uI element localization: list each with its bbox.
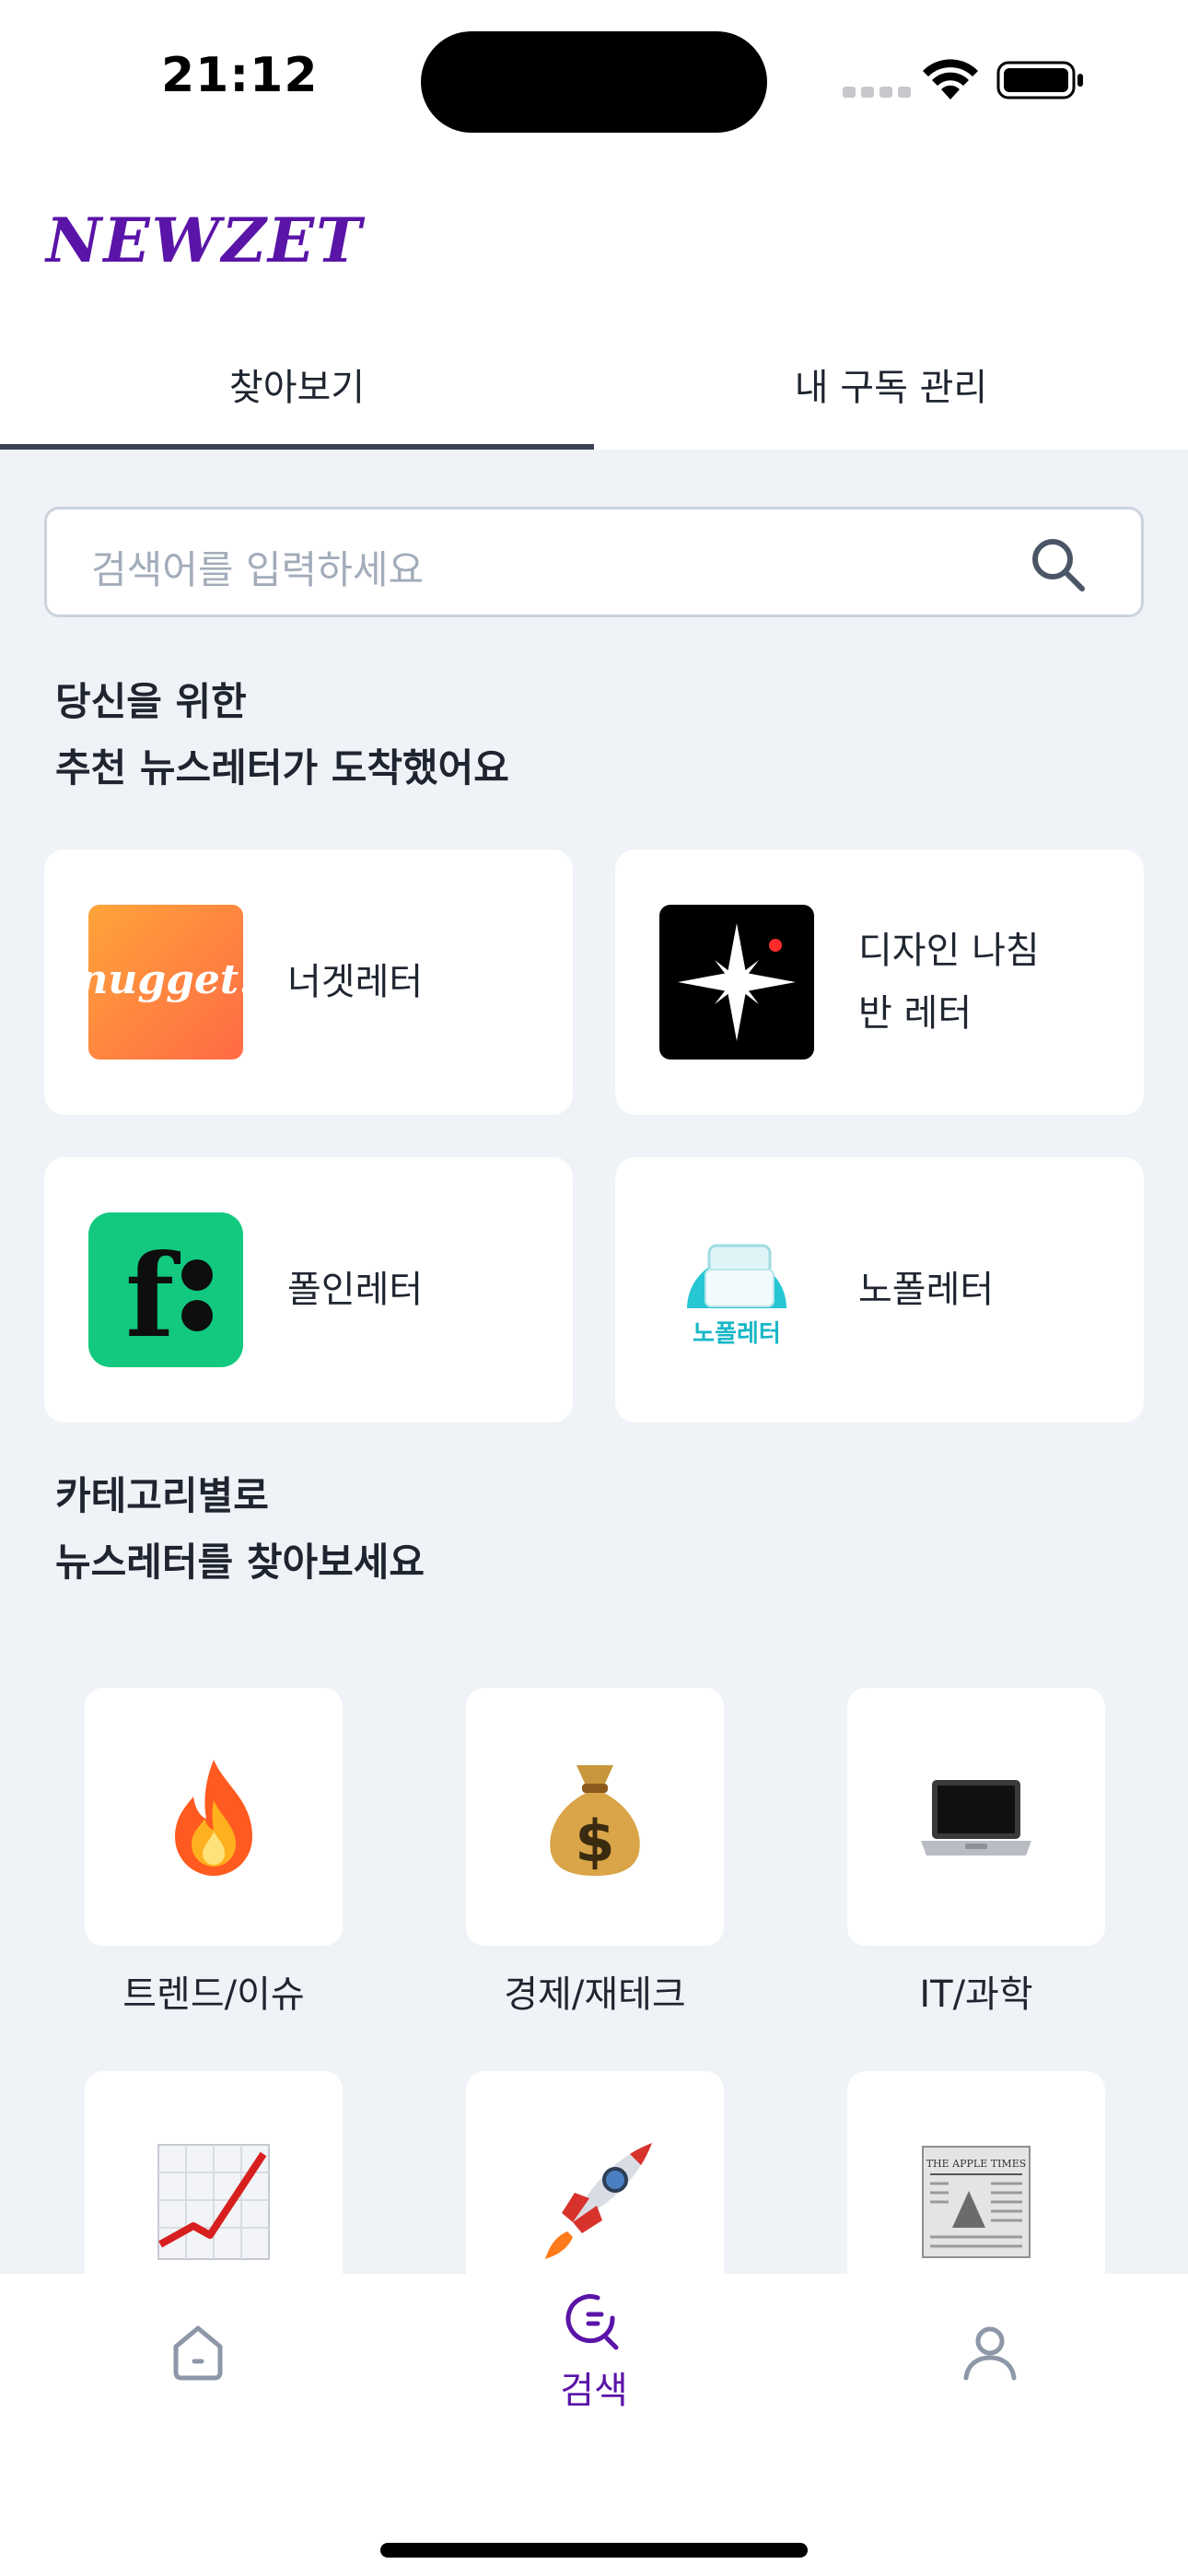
- search-icon[interactable]: [1029, 535, 1088, 594]
- category-economy[interactable]: $ 경제/재테크: [466, 1688, 724, 2018]
- home-icon: [173, 2325, 223, 2381]
- category-trend[interactable]: 트렌드/이슈: [85, 1688, 343, 2018]
- recommend-title-line1: 당신을 위한: [55, 679, 247, 724]
- recommend-card-nugget[interactable]: nugget. 너겟레터: [44, 849, 573, 1115]
- category-title-line2: 뉴스레터를 찾아보세요: [55, 1540, 425, 1585]
- svg-text:f: f: [125, 1230, 181, 1364]
- nav-search-label: 검색: [560, 2370, 628, 2412]
- app-logo: NEWZET: [46, 205, 364, 276]
- category-title-line1: 카테고리별로: [55, 1473, 269, 1518]
- svg-text:nugget.: nugget.: [88, 956, 243, 1003]
- recommend-card-name-line2: 반 레터: [858, 992, 973, 1035]
- status-time: 21:12: [161, 48, 319, 103]
- category-news[interactable]: THE APPLE TIMES: [847, 2071, 1105, 2274]
- status-bar: 21:12: [0, 0, 1188, 175]
- category-label: 트렌드/이슈: [122, 1973, 305, 2016]
- main-content: 검색어를 입력하세요 당신을 위한 추천 뉴스레터가 도착했어요 nugget.…: [0, 450, 1188, 2274]
- category-tile[interactable]: [85, 1688, 343, 1946]
- category-it-science[interactable]: IT/과학: [847, 1688, 1105, 2018]
- compass-star-logo: [659, 905, 814, 1060]
- search-nav-icon: [565, 2294, 619, 2350]
- nav-profile[interactable]: [792, 2274, 1188, 2430]
- category-tile[interactable]: [466, 2071, 724, 2274]
- category-stocks[interactable]: [85, 2071, 343, 2274]
- bottom-navigation: 검색: [0, 2274, 1188, 2576]
- recommend-card-nopol[interactable]: 노폴레터 노폴레터: [615, 1157, 1144, 1423]
- recommend-card-name: 노폴레터: [858, 1269, 995, 1311]
- recommend-card-name-line1: 디자인 나침: [858, 930, 1040, 972]
- recommend-card-name: 너겟레터: [287, 961, 424, 1003]
- search-input[interactable]: 검색어를 입력하세요: [44, 507, 1144, 617]
- nugget-logo: nugget.: [88, 905, 243, 1060]
- profile-icon: [963, 2326, 1017, 2381]
- tab-my-subscriptions[interactable]: 내 구독 관리: [594, 332, 1188, 450]
- wifi-icon: [923, 59, 978, 100]
- recommend-card-design-compass[interactable]: 디자인 나침 반 레터: [615, 849, 1144, 1115]
- money-bag-icon: $: [550, 1765, 640, 1876]
- category-tile[interactable]: THE APPLE TIMES: [847, 2071, 1105, 2274]
- recommend-card-name: 디자인 나침 반 레터: [858, 919, 1040, 1045]
- category-title: 카테고리별로 뉴스레터를 찾아보세요: [55, 1463, 425, 1596]
- rocket-icon: [545, 2143, 652, 2259]
- nopol-logo: 노폴레터: [659, 1212, 814, 1367]
- top-tabs: 찾아보기 내 구독 관리: [0, 332, 1188, 450]
- recommend-title-line2: 추천 뉴스레터가 도착했어요: [55, 745, 509, 790]
- category-label: 경제/재테크: [504, 1973, 686, 2016]
- laptop-icon: [921, 1780, 1031, 1856]
- search-placeholder: 검색어를 입력하세요: [91, 547, 425, 592]
- svg-text:$: $: [575, 1808, 614, 1875]
- svg-text:노폴레터: 노폴레터: [693, 1320, 781, 1348]
- category-tile[interactable]: [847, 1688, 1105, 1946]
- category-tile[interactable]: [85, 2071, 343, 2274]
- dynamic-island: [421, 31, 767, 133]
- category-label: IT/과학: [919, 1973, 1033, 2016]
- battery-icon: [996, 61, 1083, 100]
- fire-icon: [175, 1760, 252, 1876]
- category-tile[interactable]: $: [466, 1688, 724, 1946]
- category-startup[interactable]: [466, 2071, 724, 2274]
- recommend-card-name: 폴인레터: [287, 1269, 424, 1311]
- nav-search[interactable]: 검색: [396, 2274, 792, 2430]
- home-indicator[interactable]: [380, 2543, 808, 2558]
- tab-browse[interactable]: 찾아보기: [0, 332, 594, 450]
- cellular-signal-icon: [843, 87, 911, 98]
- chart-up-icon: [157, 2144, 270, 2260]
- recommend-card-folin[interactable]: f 폴인레터: [44, 1157, 573, 1423]
- newspaper-icon: THE APPLE TIMES: [922, 2146, 1031, 2258]
- nav-home[interactable]: [0, 2274, 396, 2430]
- folin-logo: f: [88, 1212, 243, 1367]
- recommend-title: 당신을 위한 추천 뉴스레터가 도착했어요: [55, 669, 509, 802]
- svg-text:THE APPLE TIMES: THE APPLE TIMES: [926, 2158, 1027, 2170]
